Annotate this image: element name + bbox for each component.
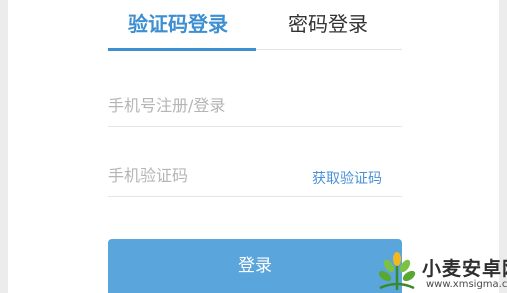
tabs-divider — [256, 49, 402, 50]
watermark-name: 小麦安卓网 — [422, 258, 507, 280]
tab-password-login[interactable]: 密码登录 — [288, 10, 368, 38]
active-tab-indicator — [108, 48, 256, 51]
verification-code-input[interactable] — [108, 160, 288, 190]
wheat-logo-icon — [378, 252, 416, 290]
login-tabs: 验证码登录 密码登录 — [108, 0, 400, 52]
phone-input[interactable] — [108, 90, 288, 120]
phone-field — [108, 90, 402, 127]
get-code-link[interactable]: 获取验证码 — [312, 168, 382, 188]
watermark: 小麦安卓网 www.xmsigma.com — [374, 250, 507, 293]
watermark-url: www.xmsigma.com — [426, 279, 507, 290]
code-field: 获取验证码 — [108, 160, 402, 197]
tab-sms-code-login[interactable]: 验证码登录 — [128, 10, 228, 38]
login-button[interactable]: 登录 — [108, 239, 402, 293]
